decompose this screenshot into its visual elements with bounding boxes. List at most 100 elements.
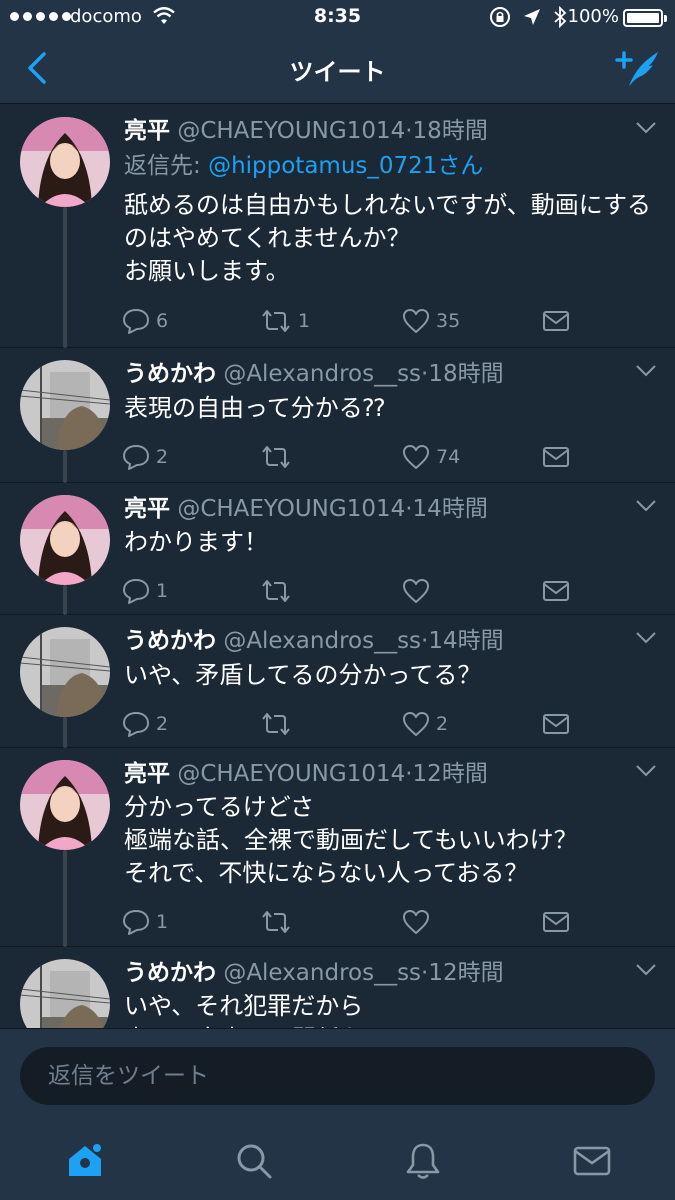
reply-input[interactable] xyxy=(20,1047,655,1105)
retweet-icon xyxy=(262,310,290,332)
nav-bar: ツイート xyxy=(0,34,675,104)
reply-to-prefix: 返信先: xyxy=(124,153,209,179)
user-handle[interactable]: @CHAEYOUNG1014 xyxy=(177,496,405,522)
user-handle[interactable]: @CHAEYOUNG1014 xyxy=(177,761,405,787)
like-count: 35 xyxy=(436,310,461,332)
avatar[interactable] xyxy=(20,959,110,1028)
envelope-icon xyxy=(573,1146,611,1176)
reply-icon xyxy=(123,910,149,935)
thread-connector xyxy=(63,450,67,483)
avatar[interactable] xyxy=(20,117,110,207)
reply-count: 2 xyxy=(156,446,169,468)
reply-thread[interactable]: 亮平 @CHAEYOUNG1014·18時間 返信先: @hippotamus_… xyxy=(0,105,675,1028)
avatar[interactable] xyxy=(20,495,110,585)
reply-icon xyxy=(123,309,149,334)
tweet-text: 表現の自由って分かる⁇ xyxy=(124,394,385,422)
tab-search[interactable] xyxy=(229,1136,279,1186)
reply-button[interactable]: 2 xyxy=(122,707,168,741)
direct-message-button[interactable] xyxy=(542,707,570,741)
timestamp: 14時間 xyxy=(412,496,488,522)
retweet-count: 1 xyxy=(298,310,311,332)
timestamp: 18時間 xyxy=(428,361,504,387)
tweet-actions: 1 xyxy=(122,574,582,608)
like-button[interactable]: 74 xyxy=(402,440,460,474)
location-arrow-icon xyxy=(524,9,540,25)
tab-home[interactable] xyxy=(60,1136,110,1186)
display-name[interactable]: 亮平 xyxy=(124,118,170,144)
retweet-icon xyxy=(262,911,290,933)
heart-icon xyxy=(403,309,429,333)
envelope-icon xyxy=(543,311,569,331)
tweet-item[interactable]: 亮平 @CHAEYOUNG1014·14時間 わかります！ 1 xyxy=(0,483,675,615)
chevron-down-icon[interactable] xyxy=(635,121,657,135)
display-name[interactable]: うめかわ xyxy=(124,628,216,654)
user-handle[interactable]: @CHAEYOUNG1014 xyxy=(177,118,405,144)
orientation-lock-icon xyxy=(490,7,510,27)
avatar[interactable] xyxy=(20,627,110,717)
display-name[interactable]: うめかわ xyxy=(124,361,216,387)
display-name[interactable]: 亮平 xyxy=(124,496,170,522)
avatar[interactable] xyxy=(20,360,110,450)
reply-composer xyxy=(0,1028,675,1122)
tweet-item[interactable]: 亮平 @CHAEYOUNG1014·12時間 分かってるけどさ 極端な話、全裸で… xyxy=(0,748,675,947)
reply-button[interactable]: 1 xyxy=(122,905,168,939)
search-icon xyxy=(237,1144,272,1179)
home-icon xyxy=(69,1144,101,1176)
reply-button[interactable]: 2 xyxy=(122,440,168,474)
retweet-button[interactable] xyxy=(260,574,298,608)
reply-to-link[interactable]: @hippotamus_0721さん xyxy=(208,153,483,179)
tab-notifications[interactable] xyxy=(398,1136,448,1186)
tweet-item[interactable]: うめかわ @Alexandros__ss·18時間 表現の自由って分かる⁇ 2 … xyxy=(0,348,675,483)
direct-message-button[interactable] xyxy=(542,440,570,474)
retweet-button[interactable]: 1 xyxy=(260,304,310,338)
like-button[interactable] xyxy=(402,905,436,939)
heart-icon xyxy=(403,579,429,603)
like-button[interactable]: 35 xyxy=(402,304,460,338)
compose-tweet-button[interactable] xyxy=(613,46,661,90)
tweet-item[interactable]: うめかわ @Alexandros__ss·12時間 いや、それ犯罪だから 表現の… xyxy=(0,947,675,1028)
chevron-down-icon[interactable] xyxy=(635,499,657,513)
direct-message-button[interactable] xyxy=(542,304,570,338)
user-handle[interactable]: @Alexandros__ss xyxy=(223,960,421,986)
tweet-text: いや、それ犯罪だから 表現の自由とか関係ないよ xyxy=(124,992,412,1028)
direct-message-button[interactable] xyxy=(542,905,570,939)
tweet-header: うめかわ @Alexandros__ss·12時間 xyxy=(124,958,619,988)
retweet-icon xyxy=(262,580,290,602)
avatar[interactable] xyxy=(20,760,110,850)
reply-button[interactable]: 1 xyxy=(122,574,168,608)
like-button[interactable] xyxy=(402,574,436,608)
chevron-down-icon[interactable] xyxy=(635,631,657,645)
timestamp: 12時間 xyxy=(428,960,504,986)
envelope-icon xyxy=(543,912,569,932)
envelope-icon xyxy=(543,714,569,734)
reply-to-line: 返信先: @hippotamus_0721さん xyxy=(124,150,483,182)
like-button[interactable]: 2 xyxy=(402,707,448,741)
tweet-actions: 1 xyxy=(122,905,582,939)
heart-icon xyxy=(403,910,429,934)
display-name[interactable]: うめかわ xyxy=(124,960,216,986)
display-name[interactable]: 亮平 xyxy=(124,761,170,787)
like-count: 74 xyxy=(436,446,461,468)
thread-connector xyxy=(63,585,67,615)
page-title: ツイート xyxy=(289,58,386,86)
retweet-button[interactable] xyxy=(260,707,298,741)
tweet-item[interactable]: うめかわ @Alexandros__ss·14時間 いや、矛盾してるの分かってる… xyxy=(0,615,675,748)
reply-count: 1 xyxy=(156,911,169,933)
retweet-button[interactable] xyxy=(260,440,298,474)
status-bar: docomo 8:35 100% xyxy=(0,0,675,34)
user-handle[interactable]: @Alexandros__ss xyxy=(223,628,421,654)
tab-messages[interactable] xyxy=(567,1136,617,1186)
reply-button[interactable]: 6 xyxy=(122,304,168,338)
tweet-actions: 2 2 xyxy=(122,707,582,741)
reply-icon xyxy=(123,445,149,470)
direct-message-button[interactable] xyxy=(542,574,570,608)
chevron-down-icon[interactable] xyxy=(635,764,657,778)
tweet-item[interactable]: 亮平 @CHAEYOUNG1014·18時間 返信先: @hippotamus_… xyxy=(0,105,675,348)
tweet-text: 分かってるけどさ 極端な話、全裸で動画だしてもいいわけ？ それで、不快にならない… xyxy=(124,793,578,887)
tab-bar xyxy=(0,1122,675,1200)
retweet-button[interactable] xyxy=(260,905,298,939)
separator-dot: · xyxy=(405,761,413,787)
chevron-down-icon[interactable] xyxy=(635,364,657,378)
user-handle[interactable]: @Alexandros__ss xyxy=(223,361,421,387)
chevron-down-icon[interactable] xyxy=(635,963,657,977)
